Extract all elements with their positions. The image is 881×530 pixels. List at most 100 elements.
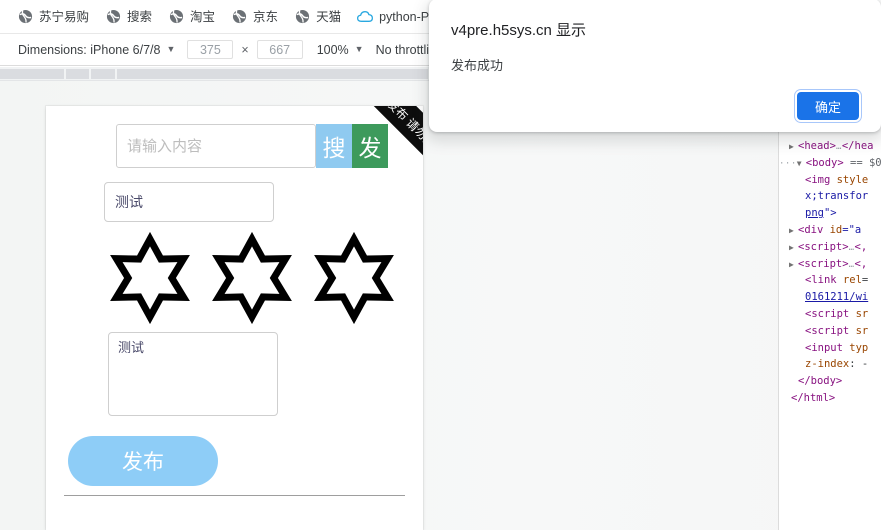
dom-node-line[interactable]: x;transfor bbox=[779, 188, 881, 205]
bookmark-item-3[interactable]: 京东 bbox=[224, 5, 285, 29]
dom-token: <img bbox=[805, 173, 837, 186]
star-icon[interactable] bbox=[204, 228, 300, 328]
dom-node-line[interactable]: <img style bbox=[779, 172, 881, 189]
bookmark-item-2[interactable]: 淘宝 bbox=[161, 5, 222, 29]
chevron-down-icon[interactable]: ▼ bbox=[797, 156, 806, 173]
dom-token: z-index bbox=[805, 358, 850, 371]
zoom-level-label: 100% bbox=[316, 42, 349, 57]
dom-node-line[interactable]: </body> bbox=[779, 373, 881, 390]
dom-node-line[interactable]: ▶ <script>…<, bbox=[779, 239, 881, 256]
body-textarea[interactable] bbox=[108, 332, 278, 416]
dialog-title: v4pre.h5sys.cn 显示 bbox=[451, 22, 587, 39]
dom-node-line[interactable]: z-index: - bbox=[779, 356, 881, 373]
node-badge: ··· bbox=[779, 158, 797, 169]
chevron-right-icon[interactable]: ▶ bbox=[789, 240, 798, 257]
javascript-alert-dialog: v4pre.h5sys.cn 显示 发布成功 确定 bbox=[429, 0, 881, 132]
dom-token: rel bbox=[842, 274, 862, 287]
viewport-width-input[interactable]: 375 bbox=[187, 40, 234, 59]
dom-token: 0161211/wi bbox=[805, 291, 869, 304]
viewport-height-input[interactable]: 667 bbox=[256, 40, 303, 59]
dom-token: id bbox=[829, 223, 843, 236]
dom-node-line[interactable]: ▶ <head>…</hea bbox=[779, 138, 881, 155]
bookmark-label: 天猫 bbox=[316, 9, 342, 24]
bookmark-label: 淘宝 bbox=[190, 9, 216, 24]
bookmark-label: python-P bbox=[379, 9, 430, 24]
cloud-icon bbox=[357, 9, 374, 25]
search-row: 搜 发 bbox=[116, 124, 388, 168]
chevron-right-icon[interactable]: ▶ bbox=[789, 257, 798, 274]
dom-token: "> bbox=[823, 207, 837, 220]
browser-window: 苏宁易购 搜索 淘宝 京东 天猫 python-P Dimensions: iPhone … bbox=[0, 0, 881, 530]
dom-token: <script> bbox=[798, 240, 849, 253]
ruler-tick bbox=[91, 69, 116, 79]
dom-token: <link bbox=[805, 274, 843, 287]
dom-node-line[interactable]: 0161211/wi bbox=[779, 289, 881, 306]
bookmark-item-5[interactable]: python-P bbox=[350, 5, 436, 29]
dom-token: == $0 bbox=[843, 156, 881, 169]
dom-token: <div bbox=[798, 223, 830, 236]
dom-node-line[interactable]: ▶ <script>…<, bbox=[779, 256, 881, 273]
dom-node-line[interactable]: <script sr bbox=[779, 323, 881, 340]
dom-node-line[interactable]: <script sr bbox=[779, 306, 881, 323]
chevron-down-icon: ▼ bbox=[354, 43, 364, 54]
dom-node-line[interactable]: png"> bbox=[779, 205, 881, 222]
chevron-down-icon: ▼ bbox=[166, 43, 176, 54]
content-divider bbox=[64, 495, 405, 496]
dom-token: style bbox=[836, 173, 869, 186]
globe-icon bbox=[231, 9, 247, 25]
dom-node-line[interactable]: </html> bbox=[779, 390, 881, 407]
bookmark-item-0[interactable]: 苏宁易购 bbox=[10, 5, 96, 29]
dom-token: <script bbox=[805, 307, 856, 320]
dom-node-line[interactable]: ···▼ <body> == $0 bbox=[779, 155, 881, 172]
zoom-dropdown[interactable]: 100% ▼ bbox=[317, 43, 376, 57]
bookmark-item-4[interactable]: 天猫 bbox=[287, 5, 348, 29]
search-input[interactable] bbox=[116, 124, 316, 168]
bookmark-label: 苏宁易购 bbox=[39, 9, 90, 24]
chevron-right-icon[interactable]: ▶ bbox=[789, 223, 798, 240]
globe-icon bbox=[294, 9, 310, 25]
bookmark-item-1[interactable]: 搜索 bbox=[98, 5, 159, 29]
star-icon[interactable] bbox=[306, 228, 402, 328]
ruler-tick bbox=[0, 69, 64, 79]
dom-token: <head> bbox=[798, 140, 836, 152]
globe-icon bbox=[168, 9, 184, 25]
globe-icon bbox=[105, 9, 121, 25]
dom-token: sr bbox=[855, 324, 869, 337]
dimensions-dropdown[interactable]: Dimensions: iPhone 6/7/8 ▼ bbox=[18, 43, 187, 57]
publish-small-button[interactable]: 发 bbox=[352, 124, 388, 168]
dom-node-line[interactable]: <input typ bbox=[779, 340, 881, 357]
dom-token: x;transfor bbox=[805, 190, 869, 203]
dom-token: <body> bbox=[805, 156, 844, 169]
dom-token: ="a bbox=[842, 223, 862, 236]
dom-token: : - bbox=[849, 358, 869, 371]
dom-token: <script bbox=[805, 324, 856, 337]
dom-token: = bbox=[861, 274, 869, 287]
dom-token: </html> bbox=[791, 391, 836, 404]
dom-node-line[interactable]: ▶ <div id="a bbox=[779, 222, 881, 239]
dom-token: <, bbox=[854, 240, 868, 253]
search-button[interactable]: 搜 bbox=[316, 124, 352, 168]
ruler-tick bbox=[65, 69, 90, 79]
publish-button[interactable]: 发布 bbox=[68, 436, 218, 486]
dimensions-label: Dimensions: iPhone 6/7/8 bbox=[18, 42, 161, 57]
globe-icon bbox=[17, 9, 33, 25]
dom-token: png bbox=[805, 207, 824, 220]
star-rating-row bbox=[102, 228, 402, 328]
dom-token: </hea bbox=[841, 140, 874, 152]
dom-token: typ bbox=[849, 341, 869, 354]
dom-node-line[interactable]: <link rel= bbox=[779, 272, 881, 289]
dom-token: </body> bbox=[798, 375, 843, 388]
dom-token: <input bbox=[805, 341, 850, 354]
ruler-tick bbox=[117, 69, 429, 79]
chevron-right-icon[interactable]: ▶ bbox=[789, 139, 798, 156]
dom-token: <, bbox=[854, 257, 868, 270]
dialog-ok-button[interactable]: 确定 bbox=[797, 92, 859, 120]
title-input[interactable] bbox=[104, 182, 274, 222]
web-page-content: 搜 发 未发布 请勿分享 发布 bbox=[46, 106, 423, 530]
dom-token: <script> bbox=[798, 257, 849, 270]
device-frame: 搜 发 未发布 请勿分享 发布 bbox=[46, 106, 423, 530]
times-separator: × bbox=[241, 42, 249, 57]
dialog-actions: 确定 bbox=[797, 92, 859, 120]
star-icon[interactable] bbox=[102, 228, 198, 328]
emulated-viewport-area: 搜 发 未发布 请勿分享 发布 bbox=[0, 81, 881, 530]
